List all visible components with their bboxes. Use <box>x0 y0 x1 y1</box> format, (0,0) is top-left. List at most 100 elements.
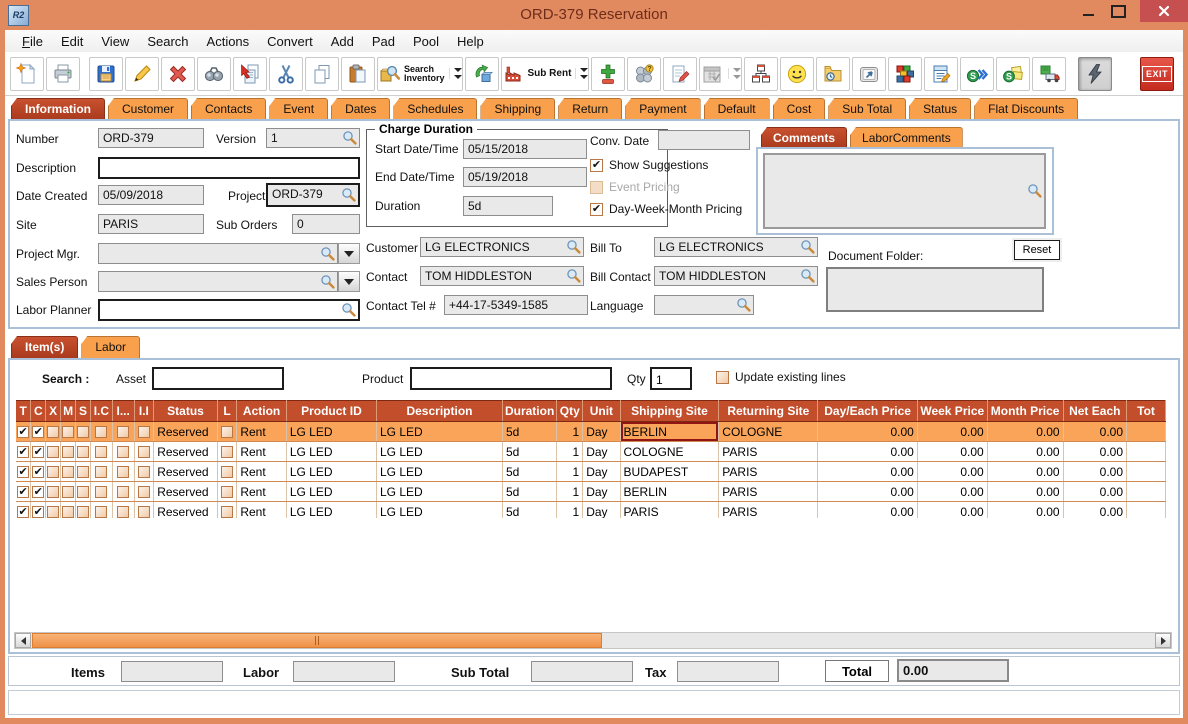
product-field[interactable] <box>410 367 612 390</box>
menu-add[interactable]: Add <box>322 32 363 51</box>
cell-l[interactable] <box>217 481 238 502</box>
i2-row-checkbox[interactable] <box>117 446 130 459</box>
ic-row-checkbox[interactable] <box>95 426 108 439</box>
show-suggestions-checkbox[interactable] <box>590 158 603 172</box>
c-row-checkbox[interactable] <box>32 426 45 439</box>
cell-m[interactable] <box>60 501 77 518</box>
cell-action[interactable]: Rent <box>236 481 287 502</box>
cell-t[interactable] <box>16 481 32 502</box>
cell-shipping_site[interactable]: BUDAPEST <box>620 461 720 482</box>
grid-col-m[interactable]: M <box>60 400 77 422</box>
bill-to-field[interactable]: LG ELECTRONICS <box>654 237 818 257</box>
grid-col-l[interactable]: L <box>217 400 238 422</box>
cell-week_price[interactable]: 0.00 <box>917 461 988 482</box>
menu-pool[interactable]: Pool <box>404 32 448 51</box>
grid-row[interactable]: ReservedRentLG LEDLG LED5d1DayCOLOGNEPAR… <box>16 441 1166 462</box>
duration-field[interactable]: 5d <box>463 196 553 216</box>
tab-information[interactable]: Information <box>11 98 105 120</box>
calendar-dropdown[interactable] <box>728 68 742 79</box>
find-button[interactable] <box>197 56 231 91</box>
cell-action[interactable]: Rent <box>236 421 287 442</box>
cell-action[interactable]: Rent <box>236 441 287 462</box>
number-field[interactable]: ORD-379 <box>98 128 204 148</box>
cell-product_id[interactable]: LG LED <box>286 461 378 482</box>
cell-shipping_site[interactable]: COLOGNE <box>620 441 720 462</box>
cell-l[interactable] <box>217 461 238 482</box>
cell-qty[interactable]: 1 <box>556 461 584 482</box>
items-hscrollbar[interactable] <box>14 632 1172 649</box>
grid-col-qty[interactable]: Qty <box>556 400 584 422</box>
t-row-checkbox[interactable] <box>17 466 30 479</box>
cell-product_id[interactable]: LG LED <box>286 441 378 462</box>
grid-row[interactable]: ReservedRentLG LEDLG LED5d1DayPARISPARIS… <box>16 501 1166 518</box>
search-icon[interactable] <box>566 268 582 284</box>
shortcut-key-button[interactable] <box>852 56 887 91</box>
grid-col-s[interactable]: S <box>75 400 91 422</box>
s-row-checkbox[interactable] <box>77 466 90 479</box>
total-field[interactable]: 0.00 <box>897 659 1009 682</box>
inventory-blocks-button[interactable] <box>888 56 923 91</box>
i2-row-checkbox[interactable] <box>117 506 130 518</box>
search-icon[interactable] <box>566 239 582 255</box>
grid-col-c[interactable]: C <box>30 400 47 422</box>
cell-returning_site[interactable]: PARIS <box>718 501 819 518</box>
sub-rent-button[interactable]: Sub Rent <box>500 56 590 91</box>
cell-day_each_price[interactable]: 0.00 <box>817 441 918 462</box>
tab-event[interactable]: Event <box>269 98 329 120</box>
cell-day_each_price[interactable]: 0.00 <box>817 421 918 442</box>
send-forward-button[interactable]: S <box>960 56 995 91</box>
sub-total-field[interactable] <box>531 661 633 682</box>
l-row-checkbox[interactable] <box>221 506 234 518</box>
s-row-checkbox[interactable] <box>77 506 90 518</box>
cell-month_price[interactable]: 0.00 <box>987 481 1064 502</box>
cell-s[interactable] <box>75 501 91 518</box>
cell-tot[interactable] <box>1126 461 1166 482</box>
cell-x[interactable] <box>45 501 62 518</box>
cell-ii[interactable] <box>134 441 155 462</box>
cell-duration[interactable]: 5d <box>502 481 558 502</box>
cell-action[interactable]: Rent <box>236 501 287 518</box>
cell-day_each_price[interactable]: 0.00 <box>817 501 918 518</box>
conv-date-field[interactable] <box>658 130 750 150</box>
search-icon[interactable] <box>800 239 816 255</box>
send-notes-button[interactable]: S <box>996 56 1031 91</box>
tab-default[interactable]: Default <box>703 98 770 120</box>
ic-row-checkbox[interactable] <box>95 466 108 479</box>
cell-ii[interactable] <box>134 501 155 518</box>
cell-t[interactable] <box>16 461 32 482</box>
search-icon[interactable] <box>736 297 752 313</box>
grid-row[interactable]: ReservedRentLG LEDLG LED5d1DayBERLINPARI… <box>16 481 1166 502</box>
cell-shipping_site[interactable]: BERLIN <box>620 421 720 442</box>
site-hierarchy-button[interactable] <box>744 56 779 91</box>
grid-col-product-id[interactable]: Product ID <box>286 400 378 422</box>
cell-status[interactable]: Reserved <box>153 441 218 462</box>
ii-row-checkbox[interactable] <box>137 446 150 459</box>
cell-i2[interactable] <box>112 421 135 442</box>
l-row-checkbox[interactable] <box>221 446 234 459</box>
s-row-checkbox[interactable] <box>77 426 90 439</box>
cell-duration[interactable]: 5d <box>502 421 558 442</box>
x-row-checkbox[interactable] <box>47 486 60 499</box>
x-row-checkbox[interactable] <box>47 506 60 518</box>
cell-net_each[interactable]: 0.00 <box>1063 481 1128 502</box>
project-mgr-dropdown[interactable] <box>338 243 360 264</box>
grid-col-x[interactable]: X <box>45 400 62 422</box>
cell-net_each[interactable]: 0.00 <box>1063 421 1128 442</box>
cell-returning_site[interactable]: PARIS <box>718 461 819 482</box>
new-document-button[interactable] <box>10 56 44 91</box>
cell-x[interactable] <box>45 481 62 502</box>
labor-total-field[interactable] <box>293 661 395 682</box>
cell-m[interactable] <box>60 481 77 502</box>
cell-qty[interactable]: 1 <box>556 421 584 442</box>
edit-document-button[interactable] <box>924 56 959 91</box>
tab-payment[interactable]: Payment <box>625 98 701 120</box>
contact-tel-field[interactable]: +44-17-5349-1585 <box>444 295 588 315</box>
cell-product_id[interactable]: LG LED <box>286 501 378 518</box>
grid-col-i[interactable]: I... <box>112 400 135 422</box>
cell-duration[interactable]: 5d <box>502 461 558 482</box>
cell-s[interactable] <box>75 461 91 482</box>
m-row-checkbox[interactable] <box>62 426 75 439</box>
cell-t[interactable] <box>16 441 32 462</box>
cell-unit[interactable]: Day <box>582 441 621 462</box>
m-row-checkbox[interactable] <box>62 446 75 459</box>
